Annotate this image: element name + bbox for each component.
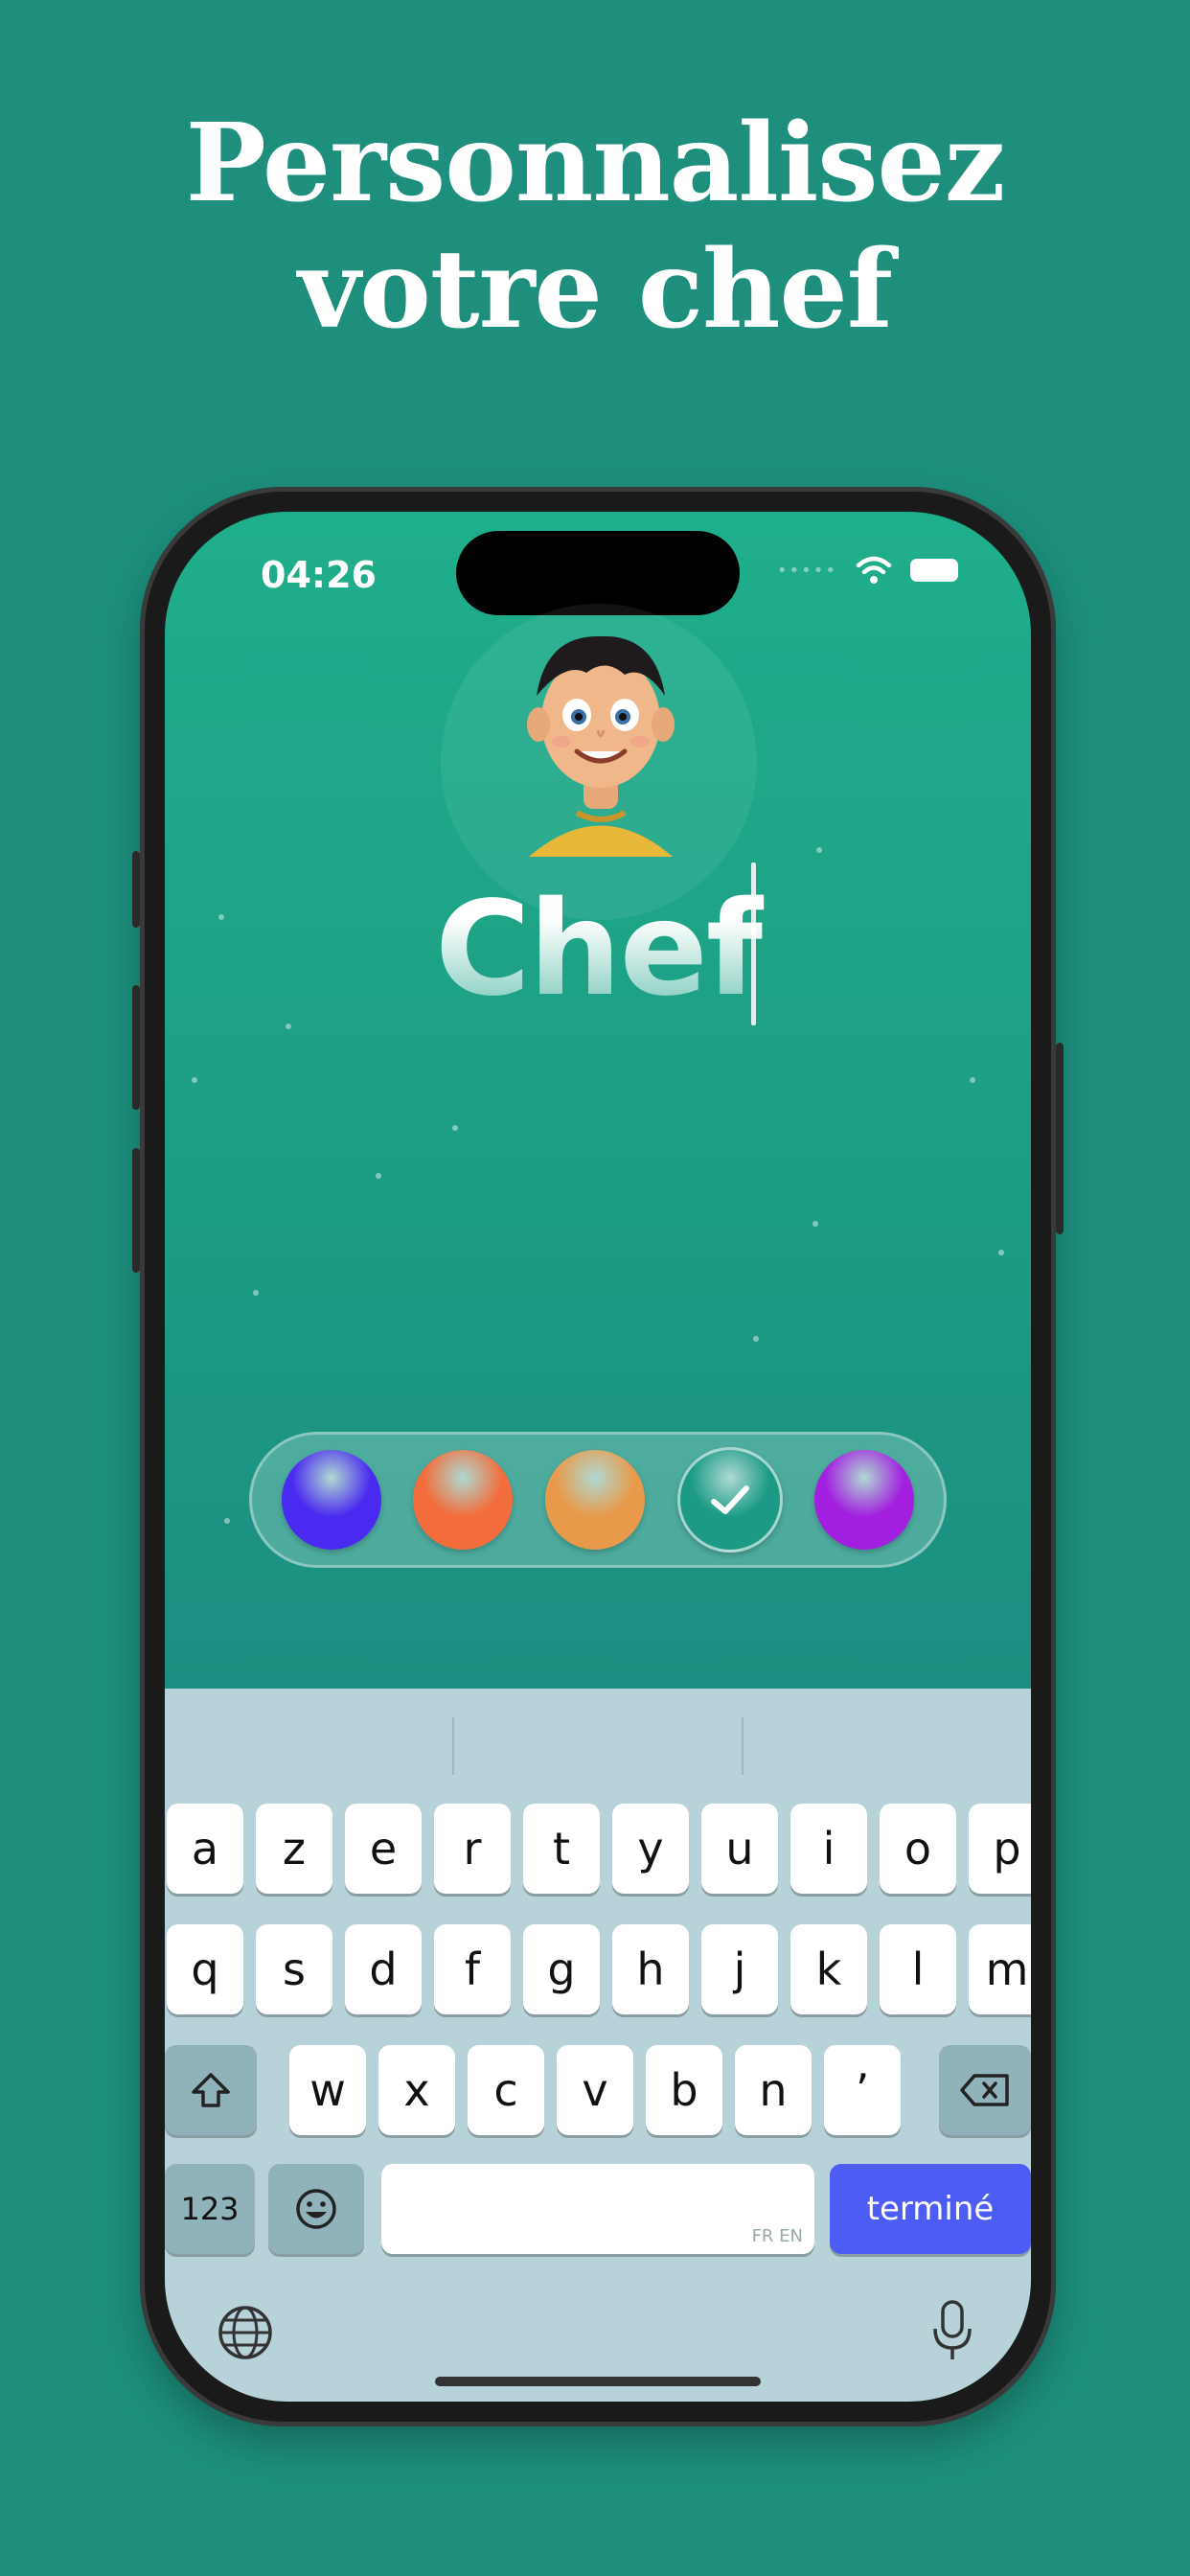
key-w[interactable]: w bbox=[289, 2045, 366, 2135]
dynamic-island bbox=[456, 531, 740, 615]
suggestion-divider bbox=[742, 1717, 744, 1775]
key-s[interactable]: s bbox=[256, 1924, 332, 2014]
done-key[interactable]: terminé bbox=[830, 2164, 1031, 2254]
numbers-key[interactable]: 123 bbox=[165, 2164, 255, 2254]
chef-avatar[interactable] bbox=[491, 608, 711, 866]
microphone-icon[interactable] bbox=[927, 2298, 977, 2365]
key-m[interactable]: m bbox=[969, 1924, 1031, 2014]
headline-line-1: Personnalisez bbox=[185, 101, 1006, 226]
key-h[interactable]: h bbox=[612, 1924, 689, 2014]
key-a[interactable]: a bbox=[167, 1804, 243, 1894]
home-indicator bbox=[435, 2377, 761, 2386]
phone-frame: 04:26 ••••• Chef a z e r t y u i o p q s… bbox=[132, 487, 1064, 2426]
phone-side-button bbox=[132, 851, 140, 928]
color-swatch-violet[interactable] bbox=[814, 1450, 915, 1550]
globe-icon[interactable] bbox=[215, 2302, 276, 2363]
key-y[interactable]: y bbox=[612, 1804, 689, 1894]
key-j[interactable]: j bbox=[701, 1924, 778, 2014]
signal-icon: ••••• bbox=[776, 560, 837, 581]
suggestion-divider bbox=[452, 1717, 454, 1775]
key-z[interactable]: z bbox=[256, 1804, 332, 1894]
wifi-icon bbox=[856, 556, 892, 584]
sparkle bbox=[812, 1221, 818, 1227]
sparkle bbox=[452, 1125, 458, 1131]
space-key[interactable]: FR EN bbox=[381, 2164, 814, 2254]
sparkle bbox=[970, 1077, 975, 1083]
key-t[interactable]: t bbox=[523, 1804, 600, 1894]
key-p[interactable]: p bbox=[969, 1804, 1031, 1894]
key-n[interactable]: n bbox=[735, 2045, 812, 2135]
chef-name-input[interactable]: Chef bbox=[165, 874, 1031, 1025]
sparkle bbox=[286, 1024, 291, 1029]
backspace-icon bbox=[960, 2074, 1009, 2106]
key-q[interactable]: q bbox=[167, 1924, 243, 2014]
phone-side-button bbox=[132, 985, 140, 1110]
sparkle bbox=[192, 1077, 197, 1083]
color-swatch-purple-blue[interactable] bbox=[281, 1450, 381, 1550]
key-v[interactable]: v bbox=[557, 2045, 633, 2135]
key-o[interactable]: o bbox=[880, 1804, 956, 1894]
phone-screen: 04:26 ••••• Chef a z e r t y u i o p q s… bbox=[165, 512, 1031, 2402]
phone-side-button bbox=[132, 1148, 140, 1273]
color-picker bbox=[249, 1432, 947, 1568]
color-swatch-amber[interactable] bbox=[544, 1450, 645, 1550]
key-g[interactable]: g bbox=[523, 1924, 600, 2014]
shift-icon bbox=[192, 2073, 230, 2107]
key-l[interactable]: l bbox=[880, 1924, 956, 2014]
emoji-icon bbox=[296, 2189, 336, 2229]
keyboard: azertyuiop qsdfghjklm w x c v b n’ 123 F… bbox=[165, 1689, 1031, 2402]
sparkle bbox=[816, 847, 822, 853]
phone-side-button bbox=[1056, 1043, 1064, 1234]
key-b[interactable]: b bbox=[646, 2045, 722, 2135]
key-r[interactable]: r bbox=[434, 1804, 511, 1894]
emoji-key[interactable] bbox=[268, 2164, 364, 2254]
key-f[interactable]: f bbox=[434, 1924, 511, 2014]
key-e[interactable]: e bbox=[345, 1804, 422, 1894]
checkmark-icon bbox=[710, 1485, 749, 1514]
key-c[interactable]: c bbox=[468, 2045, 544, 2135]
sparkle bbox=[224, 1518, 230, 1524]
shift-key[interactable] bbox=[165, 2045, 257, 2135]
color-swatch-teal[interactable] bbox=[676, 1447, 783, 1552]
key-d[interactable]: d bbox=[345, 1924, 422, 2014]
status-icons: ••••• bbox=[777, 556, 958, 585]
text-caret bbox=[751, 862, 756, 1025]
battery-icon bbox=[910, 559, 958, 582]
key-x[interactable]: x bbox=[378, 2045, 455, 2135]
sparkle bbox=[253, 1290, 259, 1296]
key-i[interactable]: i bbox=[790, 1804, 867, 1894]
key-k[interactable]: k bbox=[790, 1924, 867, 2014]
sparkle bbox=[753, 1336, 759, 1342]
sparkle bbox=[998, 1250, 1004, 1255]
key-u[interactable]: u bbox=[701, 1804, 778, 1894]
space-language-hint: FR EN bbox=[751, 2226, 803, 2246]
headline: Personnalisez votre chef bbox=[0, 101, 1190, 354]
sparkle bbox=[376, 1173, 381, 1179]
status-time: 04:26 bbox=[261, 554, 377, 596]
sparkle bbox=[218, 914, 224, 920]
color-swatch-orange[interactable] bbox=[413, 1450, 514, 1550]
delete-key[interactable] bbox=[939, 2045, 1031, 2135]
key-apostrophe[interactable]: ’ bbox=[824, 2045, 901, 2135]
headline-line-2: votre chef bbox=[298, 227, 893, 353]
